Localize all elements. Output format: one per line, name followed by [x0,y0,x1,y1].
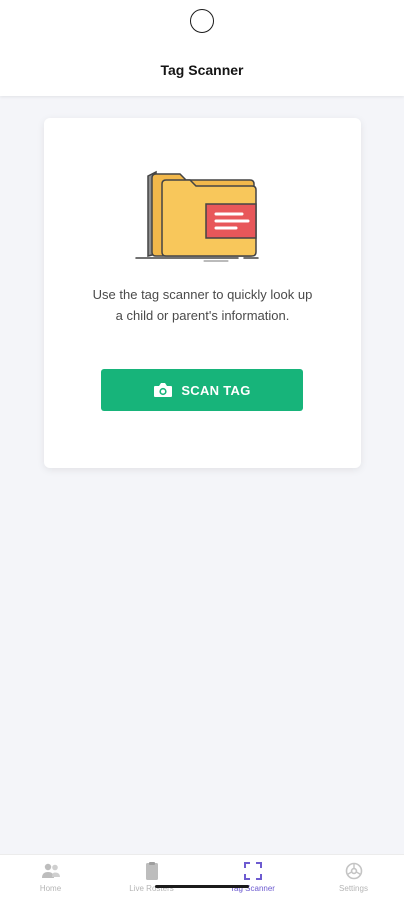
nav-item-settings[interactable]: Settings [303,861,404,899]
bottom-navigation: Home Live Rosters Tag Scanner Settings [0,854,404,900]
nav-item-tag-scanner[interactable]: Tag Scanner [202,861,303,899]
nav-item-live-rosters[interactable]: Live Rosters [101,861,202,899]
scan-tag-label: SCAN TAG [181,382,251,398]
scanner-description: Use the tag scanner to quickly look up a… [92,287,313,323]
clipboard-icon [145,862,158,880]
scanner-card: Use the tag scanner to quickly look up a… [44,118,361,468]
nav-item-home[interactable]: Home [0,861,101,899]
tag-scanner-screen: Tag Scanner Use the tag scanner to quick… [0,0,404,900]
settings-icon [345,862,362,880]
people-icon [41,863,60,878]
scan-frame-icon [243,862,262,880]
nav-label-home: Home [39,884,62,893]
scan-tag-button[interactable]: SCAN TAG [101,369,303,411]
front-camera [190,9,214,33]
app-header: Tag Scanner [0,0,404,96]
nav-label-settings: Settings [339,884,368,893]
folder-with-note-icon [135,170,259,262]
page-title: Tag Scanner [160,62,244,78]
camera-icon [154,383,173,397]
home-indicator-bar[interactable] [155,885,249,888]
